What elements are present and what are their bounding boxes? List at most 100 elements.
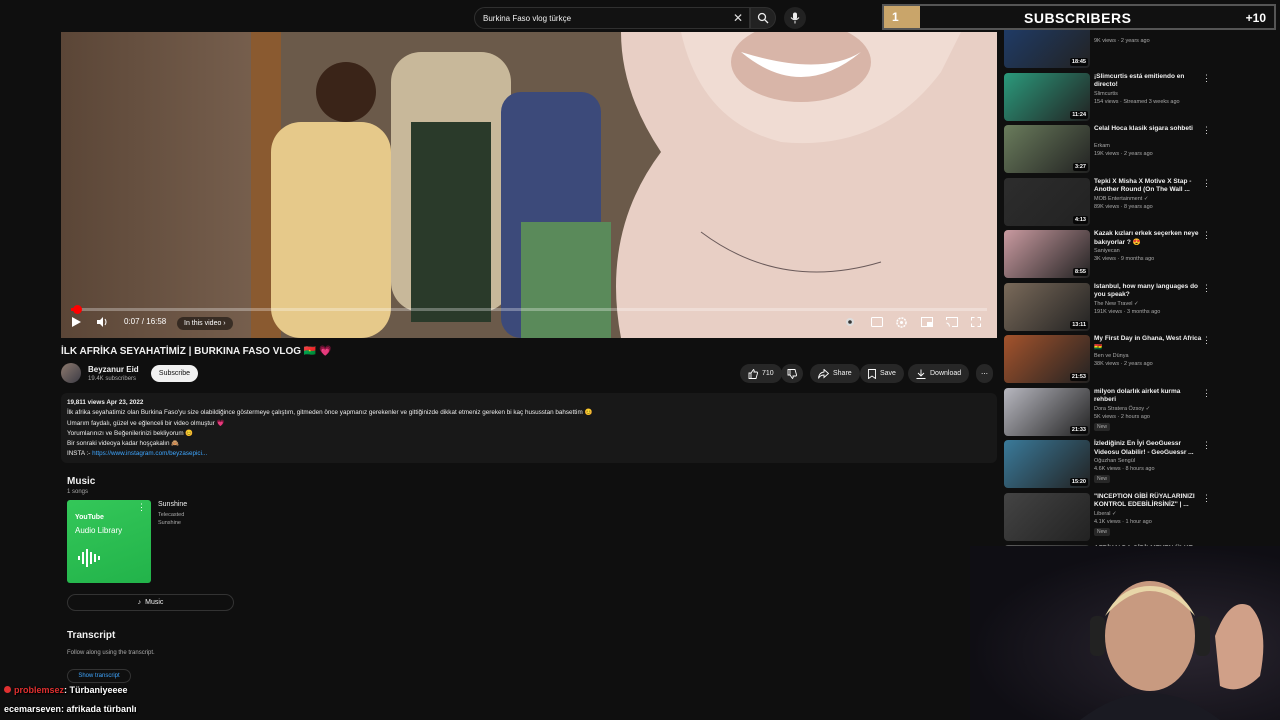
recommendation-thumbnail[interactable]: 3:27 bbox=[1004, 125, 1090, 173]
more-vertical-icon[interactable]: ⋮ bbox=[1202, 178, 1211, 189]
waveform-icon bbox=[78, 549, 100, 567]
recommendation-channel[interactable]: The New Travel ✓ bbox=[1094, 301, 1139, 307]
recommendation-channel[interactable]: Saniyecan bbox=[1094, 248, 1120, 254]
more-vertical-icon[interactable]: ⋮ bbox=[1202, 493, 1211, 504]
recommendation-title[interactable]: ¡Slimcurtis está emitiendo en directo! bbox=[1094, 73, 1204, 90]
recommendation-thumbnail[interactable]: 15:20 bbox=[1004, 440, 1090, 488]
recommendation-meta: 3K views · 9 months ago bbox=[1094, 256, 1155, 262]
miniplayer-button[interactable] bbox=[921, 317, 933, 327]
recommendation-item[interactable]: 18:45 9K views · 2 years ago ⋮ bbox=[1004, 30, 1220, 68]
more-vertical-icon[interactable]: ⋮ bbox=[1202, 73, 1211, 84]
song-album-name: Sunshine bbox=[158, 520, 181, 526]
download-label: Download bbox=[930, 370, 962, 377]
video-duration: 21:53 bbox=[1069, 373, 1088, 381]
recommendation-item[interactable]: 3:27 Celal Hoca klasik sigara sohbeti Erka… bbox=[1004, 125, 1220, 173]
share-button[interactable]: Share bbox=[810, 364, 860, 383]
fullscreen-button[interactable] bbox=[971, 317, 981, 327]
recommendation-title[interactable]: My First Day in Ghana, West Africa 🇬🇭 bbox=[1094, 335, 1204, 352]
recommendation-thumbnail[interactable]: 21:33 bbox=[1004, 387, 1090, 436]
song-title[interactable]: Sunshine bbox=[158, 501, 187, 508]
recommendation-item[interactable]: 11:24 ¡Slimcurtis está emitiendo en direc… bbox=[1004, 72, 1220, 121]
subscriber-increment: +10 bbox=[1245, 11, 1266, 25]
video-duration: 3:27 bbox=[1072, 163, 1088, 171]
recommendation-title[interactable]: "INCEPTION GİBİ RÜYALARINIZI KONTROL EDE… bbox=[1094, 493, 1204, 510]
recommendation-title[interactable]: Kazak kızları erkek seçerken neye bakıyo… bbox=[1094, 230, 1204, 247]
recommendation-channel[interactable]: MOB Entertainment ✓ bbox=[1094, 196, 1148, 202]
volume-button[interactable] bbox=[97, 317, 108, 327]
share-icon bbox=[818, 368, 829, 379]
recommendation-item[interactable]: 15:20 İzlediğiniz En İyi GeoGuessr Videos… bbox=[1004, 440, 1220, 488]
recommendation-title[interactable]: milyon dolarlık airket kurma rehberi bbox=[1094, 388, 1204, 405]
show-transcript-button[interactable]: Show transcript bbox=[67, 669, 131, 683]
cast-button[interactable] bbox=[946, 317, 958, 327]
in-this-video-chip[interactable]: In this video › bbox=[177, 317, 233, 330]
new-badge: New bbox=[1094, 475, 1111, 483]
video-player[interactable]: 0:07 / 16:58 In this video › bbox=[61, 32, 997, 338]
more-vertical-icon[interactable]: ⋮ bbox=[1202, 440, 1211, 451]
in-this-video-label: In this video bbox=[184, 320, 222, 327]
music-song-count: 1 songs bbox=[67, 489, 89, 495]
recommendation-item[interactable]: 4:13 Tepki X Misha X Motive X Stap - Anot… bbox=[1004, 177, 1220, 226]
recommendation-channel[interactable]: Slimcurtis bbox=[1094, 91, 1118, 97]
recommendation-thumbnail[interactable]: 4:13 bbox=[1004, 177, 1090, 226]
video-duration: 21:33 bbox=[1069, 425, 1088, 434]
instagram-link[interactable]: https://www.instagram.com/beyzasepici... bbox=[92, 450, 207, 457]
recommendation-channel[interactable]: Dora Stratera Özsoy ✓ bbox=[1094, 406, 1150, 412]
more-vertical-icon[interactable]: ⋮ bbox=[1202, 335, 1211, 346]
album-art[interactable]: YouTube Audio Library ⋮ bbox=[67, 500, 151, 583]
more-vertical-icon[interactable]: ⋮ bbox=[1202, 230, 1211, 241]
recommendation-item[interactable]: "INCEPTION GİBİ RÜYALARINIZI KONTROL EDE… bbox=[1004, 492, 1220, 541]
recommendation-meta: 38K views · 2 years ago bbox=[1094, 361, 1153, 367]
recommendation-title[interactable]: Istanbul, how many languages do you spea… bbox=[1094, 283, 1204, 300]
recommendation-title[interactable]: Tepki X Misha X Motive X Stap - Another … bbox=[1094, 178, 1204, 195]
recommendation-channel[interactable]: Ben ve Dünya bbox=[1094, 353, 1129, 359]
chat-message: problemsez: Türbaniyeeee bbox=[4, 685, 128, 695]
play-button[interactable] bbox=[71, 317, 81, 327]
more-vertical-icon[interactable]: ⋮ bbox=[1202, 30, 1211, 31]
more-actions-button[interactable]: ⋯ bbox=[976, 364, 993, 383]
avatar[interactable] bbox=[61, 363, 81, 383]
description-line: Yorumlarınızı ve Beğenilerinizi bekliyor… bbox=[67, 429, 194, 437]
more-vertical-icon[interactable]: ⋮ bbox=[1202, 125, 1211, 136]
video-duration: 13:11 bbox=[1070, 320, 1088, 329]
recommendation-thumbnail[interactable]: 18:45 bbox=[1004, 30, 1090, 68]
more-vertical-icon[interactable]: ⋮ bbox=[1202, 388, 1211, 399]
close-icon[interactable]: ✕ bbox=[733, 11, 743, 25]
save-button[interactable]: Save bbox=[860, 364, 904, 383]
more-vertical-icon[interactable]: ⋮ bbox=[137, 502, 146, 513]
settings-button[interactable] bbox=[896, 317, 907, 328]
recommendation-thumbnail[interactable]: 21:53 bbox=[1004, 335, 1090, 383]
more-horizontal-icon: ⋯ bbox=[981, 370, 988, 378]
recommendation-thumbnail[interactable]: 13:11 bbox=[1004, 282, 1090, 331]
download-button[interactable]: Download bbox=[908, 364, 970, 383]
recommendation-title[interactable]: İzlediğiniz En İyi GeoGuessr Videosu Ola… bbox=[1094, 440, 1204, 457]
recommendation-item[interactable]: 21:53 My First Day in Ghana, West Africa … bbox=[1004, 335, 1220, 383]
autoplay-toggle[interactable] bbox=[845, 317, 855, 327]
description-line: Bir sonraki videoya kadar hoşçakalın 🙈 bbox=[67, 440, 180, 448]
search-button[interactable] bbox=[750, 7, 776, 29]
music-button[interactable]: ♪ Music bbox=[67, 594, 234, 611]
recommendation-thumbnail[interactable]: 8:55 bbox=[1004, 230, 1090, 278]
description-box[interactable]: 19,811 views Apr 23, 2022 İlk afrika sey… bbox=[61, 393, 997, 463]
dislike-button[interactable] bbox=[781, 364, 803, 383]
recommendation-title[interactable]: Celal Hoca klasik sigara sohbeti bbox=[1094, 125, 1204, 134]
search-input[interactable]: Burkina Faso vlog türkçe ✕ bbox=[474, 7, 750, 29]
recommendation-item[interactable]: 21:33 milyon dolarlık airket kurma rehber… bbox=[1004, 387, 1220, 436]
recommendation-channel[interactable]: Oğuzhan Sengül bbox=[1094, 458, 1135, 464]
channel-name[interactable]: Beyzanur Eid bbox=[88, 365, 139, 374]
voice-search-button[interactable] bbox=[784, 7, 806, 29]
recommendation-thumbnail[interactable] bbox=[1004, 492, 1090, 541]
recommendation-thumbnail[interactable]: 11:24 bbox=[1004, 72, 1090, 121]
recommendation-meta: 154 views · Streamed 3 weeks ago bbox=[1094, 98, 1180, 105]
captions-icon bbox=[871, 317, 883, 327]
captions-button[interactable] bbox=[871, 317, 883, 327]
recommendation-channel[interactable]: Erkam bbox=[1094, 143, 1110, 149]
recommendation-item[interactable]: 13:11 Istanbul, how many languages do you… bbox=[1004, 282, 1220, 331]
subscribe-button[interactable]: Subscribe bbox=[151, 365, 198, 382]
recommendation-item[interactable]: 8:55 Kazak kızları erkek seçerken neye ba… bbox=[1004, 230, 1220, 278]
recommendation-channel[interactable]: Liberal ✓ bbox=[1094, 511, 1117, 517]
view-count-date: 19,811 views Apr 23, 2022 bbox=[67, 399, 144, 406]
progress-bar[interactable] bbox=[71, 305, 987, 314]
like-button[interactable]: 710 bbox=[740, 364, 782, 383]
more-vertical-icon[interactable]: ⋮ bbox=[1202, 283, 1211, 294]
